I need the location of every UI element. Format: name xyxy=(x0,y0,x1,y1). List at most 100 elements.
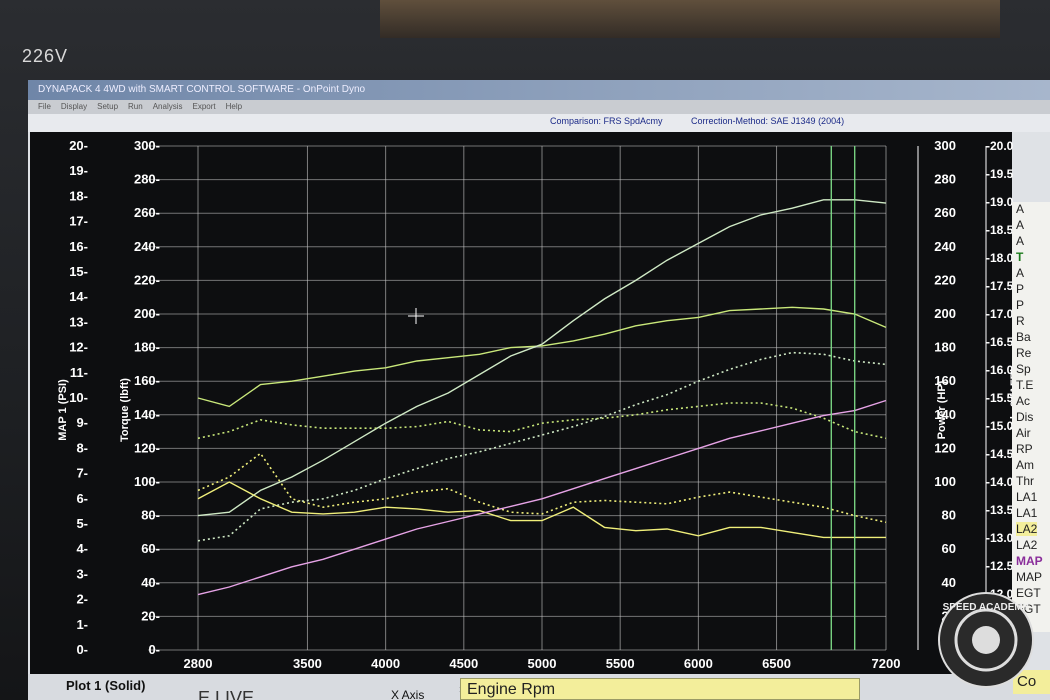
power-tick-label: 200 xyxy=(934,306,956,321)
map-tick-label: 12- xyxy=(69,340,88,355)
x-tick-label: 2800 xyxy=(184,656,213,671)
channel-item[interactable]: Dis xyxy=(1016,410,1033,424)
channel-item[interactable]: T xyxy=(1016,250,1023,264)
afr-tick-label: -19.5 xyxy=(986,167,1014,181)
torque-tick-label: 260- xyxy=(134,205,160,220)
power-tick-label: 260 xyxy=(934,205,956,220)
afr-tick-label: -18.0 xyxy=(986,251,1014,265)
afr-tick-label: -13.5 xyxy=(986,503,1014,517)
torque-tick-label: 100- xyxy=(134,474,160,489)
map-tick-label: 3- xyxy=(76,566,88,581)
map-tick-label: 18- xyxy=(69,188,88,203)
torque-tick-label: 180- xyxy=(134,340,160,355)
speed-academy-logo: SPEED ACADEMY xyxy=(938,592,1034,688)
x-tick-label: 3500 xyxy=(293,656,322,671)
map-tick-label: 14- xyxy=(69,289,88,304)
channel-item[interactable]: R xyxy=(1016,314,1025,328)
map-tick-label: 17- xyxy=(69,214,88,229)
map-tick-label: 15- xyxy=(69,264,88,279)
channel-item[interactable]: A xyxy=(1016,202,1024,216)
map-tick-label: 20- xyxy=(69,138,88,153)
map-tick-label: 13- xyxy=(69,314,88,329)
map-tick-label: 16- xyxy=(69,239,88,254)
power-axis-title: Power (HP) xyxy=(936,380,948,439)
x-tick-label: 4500 xyxy=(449,656,478,671)
x-tick-label: 6000 xyxy=(684,656,713,671)
channel-item[interactable]: Air xyxy=(1016,426,1031,440)
monitor-voltage-label: 226V xyxy=(22,46,69,66)
channel-item[interactable]: A xyxy=(1016,266,1024,280)
x-tick-label: 6500 xyxy=(762,656,791,671)
map-tick-label: 1- xyxy=(76,617,88,632)
x-axis-select[interactable]: Engine Rpm xyxy=(460,678,860,700)
channel-item[interactable]: LA1 xyxy=(1016,506,1037,520)
power-tick-label: 280 xyxy=(934,172,956,187)
map-tick-label: 10- xyxy=(69,390,88,405)
afr-tick-label: -14.0 xyxy=(986,475,1014,489)
map-tick-label: 2- xyxy=(76,592,88,607)
map-tick-label: 6- xyxy=(76,491,88,506)
x-tick-label: 5500 xyxy=(606,656,635,671)
plot-label[interactable]: Plot 1 (Solid) xyxy=(66,678,145,693)
afr-tick-label: -18.5 xyxy=(986,223,1014,237)
channel-item[interactable]: RP xyxy=(1016,442,1033,456)
channel-item[interactable]: Ba xyxy=(1016,330,1031,344)
torque-tick-label: 80- xyxy=(141,508,160,523)
torque-tick-label: 200- xyxy=(134,306,160,321)
map-tick-label: 9- xyxy=(76,415,88,430)
power-tick-label: 300 xyxy=(934,138,956,153)
map-tick-label: 19- xyxy=(69,163,88,178)
x-tick-label: 4000 xyxy=(371,656,400,671)
channel-item[interactable]: A xyxy=(1016,218,1024,232)
power-tick-label: 180 xyxy=(934,340,956,355)
afr-tick-label: -16.5 xyxy=(986,335,1014,349)
torque-tick-label: 40- xyxy=(141,575,160,590)
torque-tick-label: 300- xyxy=(134,138,160,153)
afr-tick-label: -17.0 xyxy=(986,307,1014,321)
channel-item[interactable]: LA2 xyxy=(1016,522,1038,536)
channel-item[interactable]: MAP xyxy=(1016,554,1043,568)
power-tick-label: 220 xyxy=(934,272,956,287)
channel-item[interactable]: Am xyxy=(1016,458,1034,472)
torque-tick-label: 20- xyxy=(141,608,160,623)
dyno-window: DYNAPACK 4 4WD with SMART CONTROL SOFTWA… xyxy=(28,80,1050,700)
x-axis-label: X Axis xyxy=(391,688,425,700)
channel-item[interactable]: P xyxy=(1016,298,1024,312)
power-tick-label: 240 xyxy=(934,239,956,254)
channel-item[interactable]: LA2 xyxy=(1016,538,1037,552)
channel-item[interactable]: Ac xyxy=(1016,394,1030,408)
torque-axis-title: Torque (lbft) xyxy=(119,378,131,442)
power-tick-label: 80 xyxy=(942,508,956,523)
map-tick-label: 11- xyxy=(70,365,88,380)
torque-tick-label: 280- xyxy=(134,172,160,187)
power-tick-label: 40 xyxy=(942,575,956,590)
afr-tick-label: -13.0 xyxy=(986,531,1014,545)
torque-tick-label: 0- xyxy=(148,642,160,657)
dyno-chart: 0- 1- 2- 3- 4- 5- 6- 7- 8- 9- 10- 11- 12- 13- 14- 15- 16… xyxy=(30,132,1021,674)
power-tick-label: 100 xyxy=(934,474,956,489)
channel-item[interactable]: Re xyxy=(1016,346,1031,360)
torque-tick-label: 120- xyxy=(134,440,160,455)
channel-item[interactable]: Sp xyxy=(1016,362,1031,376)
afr-tick-label: -12.5 xyxy=(986,559,1014,573)
channel-item[interactable]: A xyxy=(1016,234,1024,248)
channel-item[interactable]: Thr xyxy=(1016,474,1034,488)
map-tick-label: 4- xyxy=(76,541,88,556)
background-wall xyxy=(380,0,1000,38)
channel-item[interactable]: P xyxy=(1016,282,1024,296)
power-tick-label: 120 xyxy=(934,440,956,455)
power-tick-label: 60 xyxy=(942,541,956,556)
torque-tick-label: 240- xyxy=(134,239,160,254)
live-label: E LIVE xyxy=(198,688,255,700)
x-tick-label: 5000 xyxy=(528,656,557,671)
logo-text: SPEED ACADEMY xyxy=(943,602,1030,613)
channel-item[interactable]: T.E xyxy=(1016,378,1033,392)
afr-tick-label: -19.0 xyxy=(986,195,1014,209)
map-axis-title: MAP 1 (PSI) xyxy=(57,379,69,441)
map-tick-label: 5- xyxy=(76,516,88,531)
map-tick-label: 7- xyxy=(76,466,88,481)
map-tick-label: 0- xyxy=(76,642,88,657)
channel-item[interactable]: MAP xyxy=(1016,570,1042,584)
channel-item[interactable]: LA1 xyxy=(1016,490,1037,504)
torque-tick-label: 140- xyxy=(134,407,160,422)
